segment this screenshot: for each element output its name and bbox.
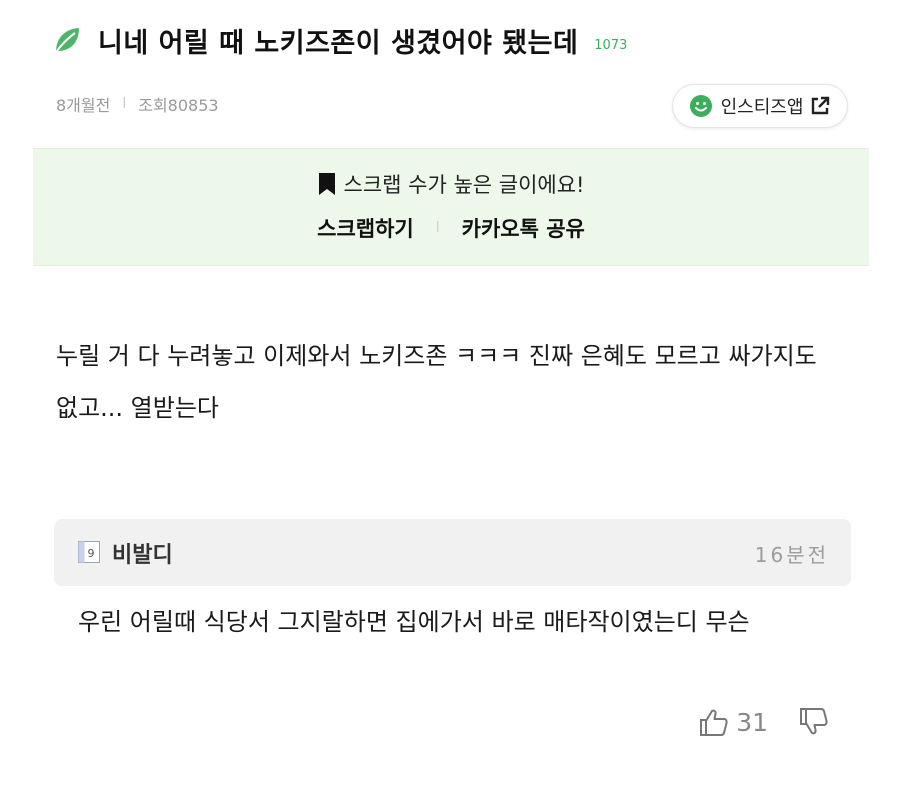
post-title-row: 니네 어릴 때 노키즈존이 생겼어야 됐는데 1073 <box>52 20 627 60</box>
scrap-message: 스크랩 수가 높은 글이에요! <box>343 173 585 197</box>
comment-body: 우린 어릴때 식당서 그지랄하면 집에가서 바로 매타작이였는디 무슨 <box>78 608 750 636</box>
comment-reactions: 31 <box>698 706 830 738</box>
leaf-icon <box>55 28 79 53</box>
scrap-actions: 스크랩하기 l 카카오톡 공유 <box>33 213 869 243</box>
thumbs-up-icon[interactable] <box>698 706 730 738</box>
kakao-share-button[interactable]: 카카오톡 공유 <box>462 213 585 243</box>
open-app-button[interactable]: 인스티즈앱 <box>672 84 848 128</box>
scrap-message-row: 스크랩 수가 높은 글이에요! <box>33 169 869 199</box>
comment-count[interactable]: 1073 <box>594 38 627 53</box>
like-count: 31 <box>736 707 768 737</box>
smile-icon <box>689 95 712 117</box>
comment-author[interactable]: 비발디 <box>112 537 173 569</box>
scrap-banner: 스크랩 수가 높은 글이에요! 스크랩하기 l 카카오톡 공유 <box>33 148 869 266</box>
scrap-actions-divider: l <box>435 220 440 236</box>
comment-header: 9 비발디 16분전 <box>54 519 851 586</box>
level-badge-icon: 9 <box>78 541 100 563</box>
external-link-icon <box>812 96 830 115</box>
post-body: 누릴 거 다 누려놓고 이제와서 노키즈존 ㅋㅋㅋ 진짜 은혜도 모르고 싸가지… <box>56 342 817 422</box>
open-app-label: 인스티즈앱 <box>720 97 804 118</box>
post-time: 8개월전 <box>56 96 111 115</box>
thumbs-down-icon[interactable] <box>798 706 830 738</box>
scrap-button[interactable]: 스크랩하기 <box>317 213 414 243</box>
post-views: 조회80853 <box>138 96 219 115</box>
comment-time: 16분전 <box>754 543 829 567</box>
post-title: 니네 어릴 때 노키즈존이 생겼어야 됐는데 <box>98 27 579 59</box>
bookmark-icon <box>318 173 335 195</box>
post-meta: 8개월전 l 조회80853 <box>56 92 219 116</box>
meta-divider: l <box>122 96 127 112</box>
svg-text:9: 9 <box>88 547 95 560</box>
